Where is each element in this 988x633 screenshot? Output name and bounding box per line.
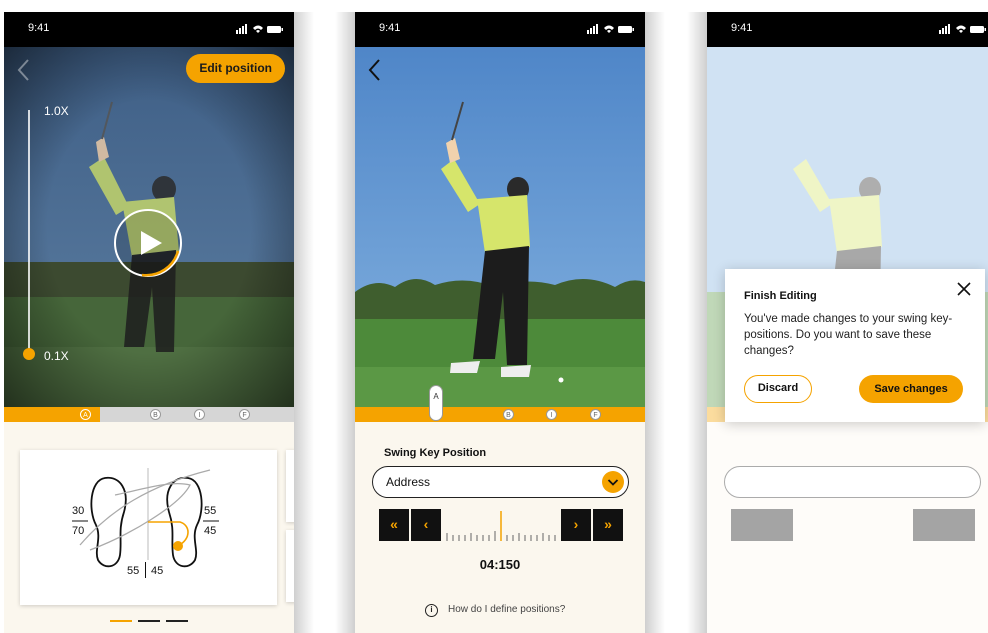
divider xyxy=(687,12,707,633)
playback-screen: 9:41 Edit position 1.0X 0.1X A B I F 30 … xyxy=(4,12,294,633)
status-icons xyxy=(939,24,986,34)
discard-button[interactable]: Discard xyxy=(744,375,812,403)
divider xyxy=(335,12,355,633)
right-bottom-value: 45 xyxy=(204,525,217,537)
rewind-button[interactable]: ‹ xyxy=(411,509,441,541)
marker-finish[interactable]: F xyxy=(239,409,250,420)
info-icon: i xyxy=(425,604,438,617)
forward-fast-button[interactable]: » xyxy=(593,509,623,541)
swing-frame xyxy=(355,47,645,407)
key-position-select[interactable]: Address xyxy=(372,466,629,498)
timeline-progress xyxy=(355,407,645,422)
close-icon[interactable] xyxy=(955,280,973,298)
finish-editing-screen: 9:41 Finish Editing You've made changes … xyxy=(707,12,988,633)
pressure-card[interactable]: 30 70 55 45 55 45 xyxy=(20,450,277,605)
section-title: Swing Key Position xyxy=(384,447,487,459)
next-card[interactable] xyxy=(286,450,294,522)
pager-dot[interactable] xyxy=(110,620,132,622)
save-changes-button[interactable]: Save changes xyxy=(859,375,963,403)
play-icon[interactable] xyxy=(112,207,184,279)
pager-dot[interactable] xyxy=(166,620,188,622)
speed-slider-track[interactable] xyxy=(28,110,30,350)
speed-max-label: 1.0X xyxy=(44,104,69,118)
marker-backswing[interactable]: B xyxy=(503,409,514,420)
left-bottom-value: 70 xyxy=(72,525,85,537)
swing-timeline[interactable]: A B I F xyxy=(4,407,294,422)
marker-impact[interactable]: I xyxy=(194,409,205,420)
key-position-panel: Swing Key Position Address « ‹ › » 04:15… xyxy=(355,422,645,633)
status-bar: 9:41 xyxy=(707,12,988,47)
divider xyxy=(645,12,665,633)
edit-position-button[interactable]: Edit position xyxy=(186,54,285,83)
pager-dot[interactable] xyxy=(138,620,160,622)
marker-impact[interactable]: I xyxy=(546,409,557,420)
frame-readout: 04:150 xyxy=(479,557,521,572)
marker-finish[interactable]: F xyxy=(590,409,601,420)
analysis-panel: 30 70 55 45 55 45 xyxy=(4,422,294,633)
foot-pressure-diagram xyxy=(72,468,219,568)
divider xyxy=(294,12,314,633)
frame-scrubber[interactable]: « ‹ › » xyxy=(379,509,623,543)
help-text[interactable]: How do I define positions? xyxy=(448,604,565,615)
left-top-value: 30 xyxy=(72,505,85,517)
marker-backswing[interactable]: B xyxy=(150,409,161,420)
chevron-down-icon xyxy=(602,471,624,493)
frame-ruler[interactable] xyxy=(443,509,559,543)
dialog-message: You've made changes to your swing key-po… xyxy=(744,313,953,357)
balance-left-value: 55 xyxy=(127,565,140,577)
back-icon[interactable] xyxy=(16,58,30,82)
dialog-title: Finish Editing xyxy=(744,290,817,302)
next-card[interactable] xyxy=(286,530,294,602)
card-pager[interactable] xyxy=(110,620,190,622)
selected-position: Address xyxy=(386,475,431,489)
balance-divider xyxy=(145,562,146,578)
status-bar: 9:41 xyxy=(4,12,294,47)
speed-slider-handle[interactable] xyxy=(23,348,35,360)
edit-position-screen: 9:41 A B I F Swing Key Position Address … xyxy=(355,12,645,633)
back-icon[interactable] xyxy=(367,58,381,82)
finish-editing-dialog: Finish Editing You've made changes to yo… xyxy=(725,269,985,422)
status-time: 9:41 xyxy=(379,22,401,34)
speed-min-label: 0.1X xyxy=(44,349,69,363)
status-icons xyxy=(587,24,634,34)
timeline-scrubber-handle[interactable]: A xyxy=(429,385,443,421)
status-time: 9:41 xyxy=(28,22,50,34)
right-top-value: 55 xyxy=(204,505,217,517)
swing-timeline[interactable]: A B I F xyxy=(355,385,645,422)
balance-right-value: 45 xyxy=(151,565,164,577)
status-bar: 9:41 xyxy=(355,12,645,47)
marker-address[interactable]: A xyxy=(80,409,91,420)
status-icons xyxy=(236,24,283,34)
forward-button[interactable]: › xyxy=(561,509,591,541)
rewind-fast-button[interactable]: « xyxy=(379,509,409,541)
status-time: 9:41 xyxy=(731,22,753,34)
